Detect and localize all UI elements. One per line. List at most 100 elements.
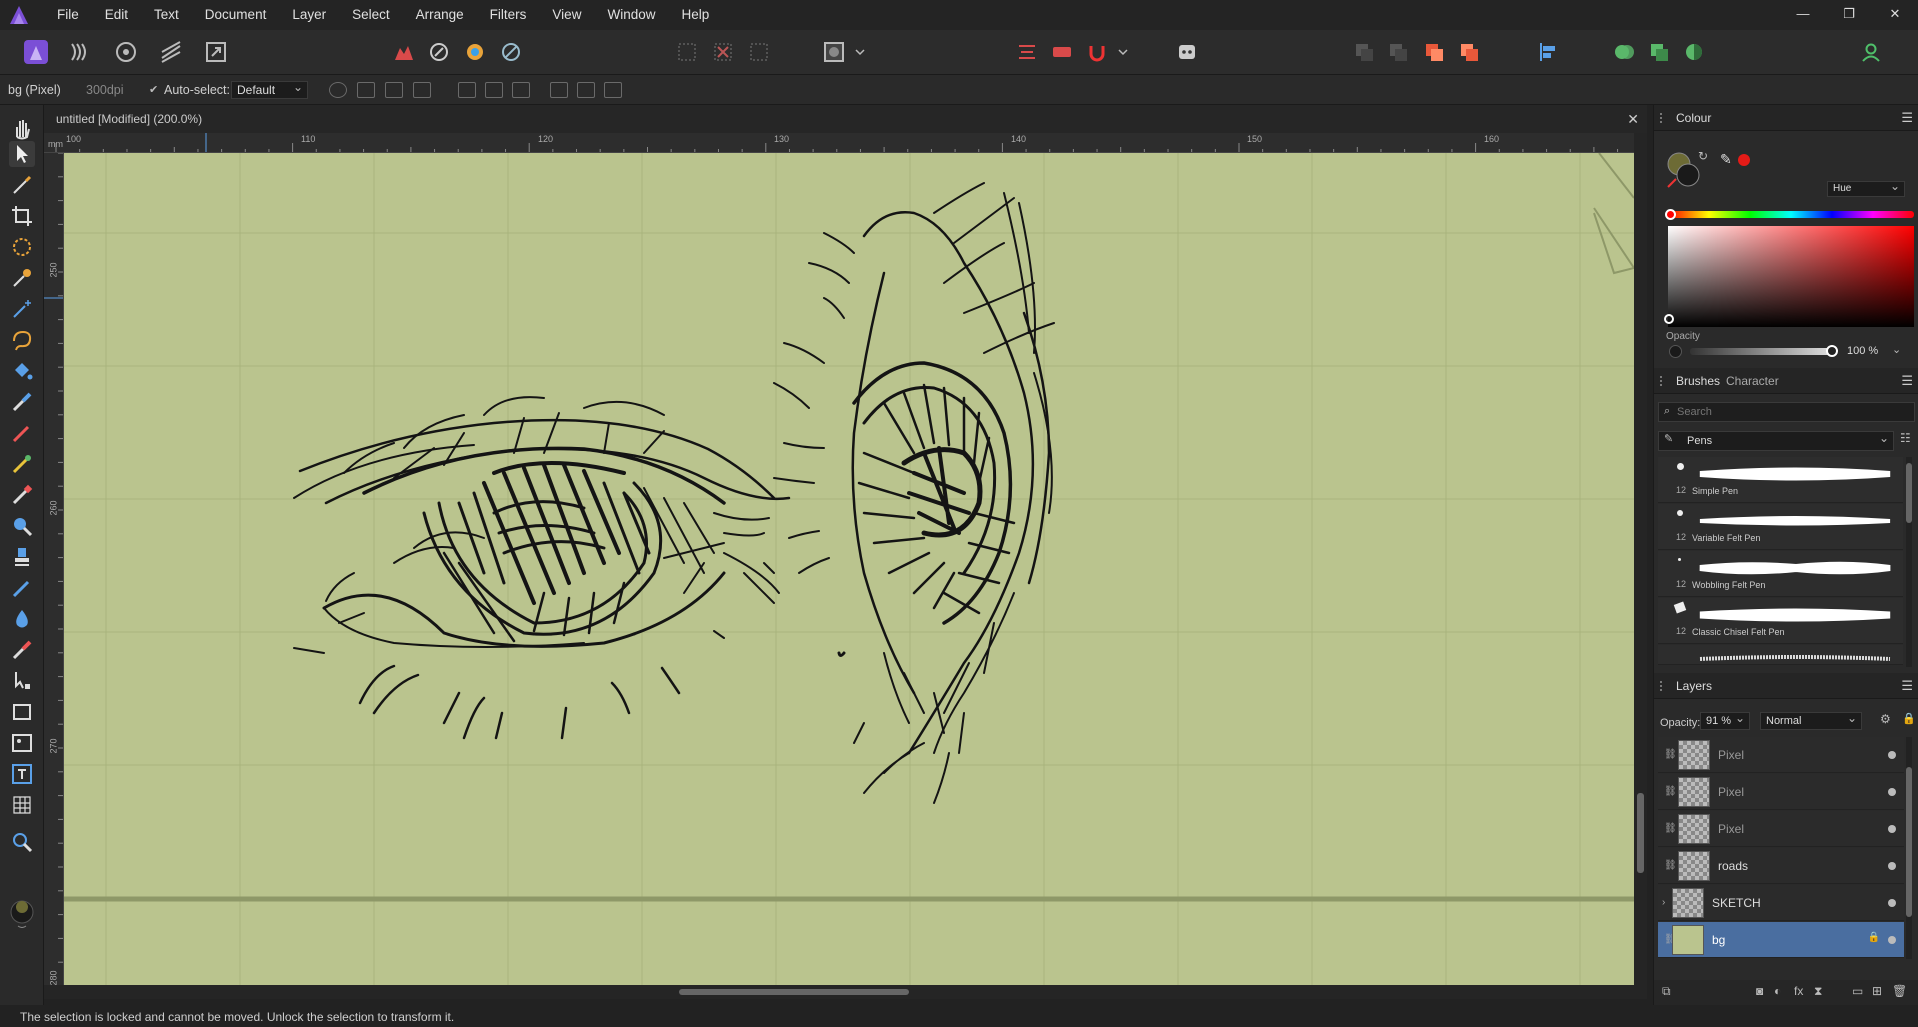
link-icon[interactable]: ⛓ — [1664, 749, 1677, 761]
menu-text[interactable]: Text — [141, 0, 192, 30]
view-tool-hand-icon[interactable] — [9, 115, 35, 141]
brush-list-scroll-thumb[interactable] — [1906, 463, 1912, 523]
export-persona-icon[interactable] — [202, 38, 230, 66]
mask-layer-icon[interactable]: ◙ — [1756, 984, 1763, 998]
crop-tool-icon[interactable] — [9, 203, 35, 229]
tone-mapping-persona-icon[interactable] — [157, 38, 185, 66]
erase-brush-tool-icon[interactable] — [9, 482, 35, 508]
eyedropper-icon[interactable]: ✎ — [1720, 151, 1732, 168]
tab-brushes[interactable]: Brushes — [1676, 368, 1720, 394]
colour-mode-dropdown[interactable]: Hue — [1827, 179, 1905, 197]
histogram-icon[interactable] — [390, 38, 418, 66]
visibility-toggle-icon[interactable] — [1888, 788, 1896, 796]
force-pixel-alignment-icon[interactable] — [1048, 38, 1076, 66]
dodge-burn-tool-icon[interactable] — [9, 513, 35, 539]
close-document-button[interactable]: ✕ — [1627, 105, 1639, 133]
vertical-scrollbar[interactable] — [1634, 133, 1647, 985]
pixel-tool-icon[interactable] — [9, 420, 35, 446]
tab-character[interactable]: Character — [1726, 368, 1779, 394]
layers-panel-title[interactable]: Layers — [1676, 673, 1712, 699]
auto-levels-icon[interactable] — [425, 38, 453, 66]
visibility-toggle-icon[interactable] — [1888, 751, 1896, 759]
assistant-icon[interactable] — [1173, 38, 1201, 66]
artistic-text-tool-icon[interactable] — [9, 761, 35, 787]
brush-item[interactable]: 12 Wobbling Felt Pen — [1658, 551, 1903, 597]
menu-window[interactable]: Window — [594, 0, 668, 30]
mesh-warp-tool-icon[interactable] — [9, 792, 35, 818]
layer-lock-icon[interactable]: 🔒 — [1902, 712, 1916, 725]
visibility-toggle-icon[interactable] — [1888, 862, 1896, 870]
invert-selection-icon[interactable] — [745, 38, 773, 66]
hue-slider-handle[interactable] — [1665, 209, 1676, 220]
opacity-dropdown-icon[interactable]: ⌄ — [1892, 343, 1901, 356]
visibility-toggle-icon[interactable] — [1888, 936, 1896, 944]
saturation-value-picker[interactable] — [1668, 226, 1914, 327]
select-all-icon[interactable] — [673, 38, 701, 66]
link-icon[interactable]: ⛓ — [1664, 786, 1677, 798]
quick-mask-icon[interactable] — [820, 38, 848, 66]
add-pixel-layer-icon[interactable]: ⊞ — [1872, 984, 1882, 998]
colour-swatch-icon[interactable] — [9, 898, 35, 928]
layers-scrollbar[interactable] — [1906, 737, 1912, 959]
node-tool-icon[interactable] — [9, 668, 35, 694]
panel-menu-icon[interactable]: ☰ — [1901, 678, 1913, 694]
arrange-backward-icon[interactable] — [1384, 38, 1412, 66]
menu-filters[interactable]: Filters — [477, 0, 540, 30]
add-boolean-icon[interactable] — [1610, 38, 1638, 66]
align-bottom-icon[interactable] — [604, 82, 622, 98]
layer-copy-icon[interactable]: ⧉ — [1662, 984, 1671, 999]
snapping-icon[interactable] — [1013, 38, 1041, 66]
layer-locked-icon[interactable]: 🔒 — [1868, 932, 1880, 943]
auto-white-balance-icon[interactable] — [497, 38, 525, 66]
blend-mode-dropdown[interactable]: Normal — [1760, 710, 1862, 730]
show-alignment-handles-icon[interactable] — [385, 82, 403, 98]
menu-edit[interactable]: Edit — [92, 0, 141, 30]
delete-layer-icon[interactable]: 🗑 — [1892, 984, 1907, 998]
place-image-tool-icon[interactable] — [9, 730, 35, 756]
grip-icon[interactable] — [1660, 681, 1666, 691]
arrange-forward-icon[interactable] — [1420, 38, 1448, 66]
brush-list-view-icon[interactable]: ☷ — [1900, 431, 1911, 445]
deselect-icon[interactable] — [709, 38, 737, 66]
add-group-icon[interactable]: ▭ — [1852, 984, 1863, 998]
layer-row-selected[interactable]: ⛓ bg 🔒 — [1658, 922, 1904, 958]
layer-settings-gear-icon[interactable]: ⚙ — [1880, 712, 1891, 726]
layer-row[interactable]: ⛓ roads — [1658, 848, 1904, 884]
autoselect-dropdown[interactable]: Default — [231, 79, 308, 99]
photo-persona-icon[interactable] — [22, 38, 50, 66]
close-window-button[interactable]: ✕ — [1872, 0, 1918, 30]
swap-colours-icon[interactable]: ↻ — [1698, 149, 1708, 163]
transform-origin-icon[interactable] — [329, 82, 347, 98]
align-right-icon[interactable] — [512, 82, 530, 98]
zoom-tool-icon[interactable] — [9, 829, 35, 855]
brush-category-dropdown[interactable]: Pens — [1658, 429, 1894, 451]
visibility-toggle-icon[interactable] — [1888, 899, 1896, 907]
fill-tool-icon[interactable] — [9, 358, 35, 384]
fill-stroke-swatch-icon[interactable] — [1666, 151, 1702, 191]
subtract-boolean-icon[interactable] — [1645, 38, 1673, 66]
minimize-button[interactable]: — — [1780, 0, 1826, 30]
document-canvas[interactable] — [64, 153, 1634, 985]
menu-view[interactable]: View — [539, 0, 594, 30]
grip-icon[interactable] — [1660, 376, 1666, 386]
brush-item[interactable]: 12 Variable Felt Pen — [1658, 504, 1903, 550]
panel-menu-icon[interactable]: ☰ — [1901, 373, 1913, 389]
colour-picker-handle[interactable] — [1664, 314, 1674, 324]
arrange-front-icon[interactable] — [1455, 38, 1483, 66]
layer-group-row[interactable]: › SKETCH — [1658, 885, 1904, 921]
align-center-icon[interactable] — [485, 82, 503, 98]
paint-brush-tool-icon[interactable] — [9, 389, 35, 415]
brush-search-input[interactable] — [1677, 405, 1907, 419]
menu-layer[interactable]: Layer — [279, 0, 339, 30]
restore-button[interactable]: ❐ — [1826, 0, 1872, 30]
horizontal-scroll-thumb[interactable] — [679, 989, 909, 995]
account-icon[interactable] — [1857, 38, 1885, 66]
blur-brush-tool-icon[interactable] — [9, 606, 35, 632]
link-icon[interactable]: ⛓ — [1664, 823, 1677, 835]
colour-panel-title[interactable]: Colour — [1676, 105, 1711, 131]
brush-item[interactable]: 12 Simple Pen — [1658, 457, 1903, 503]
auto-colour-icon[interactable] — [461, 38, 489, 66]
recent-colour-swatch[interactable] — [1738, 154, 1750, 166]
align-top-icon[interactable] — [550, 82, 568, 98]
menu-help[interactable]: Help — [668, 0, 722, 30]
